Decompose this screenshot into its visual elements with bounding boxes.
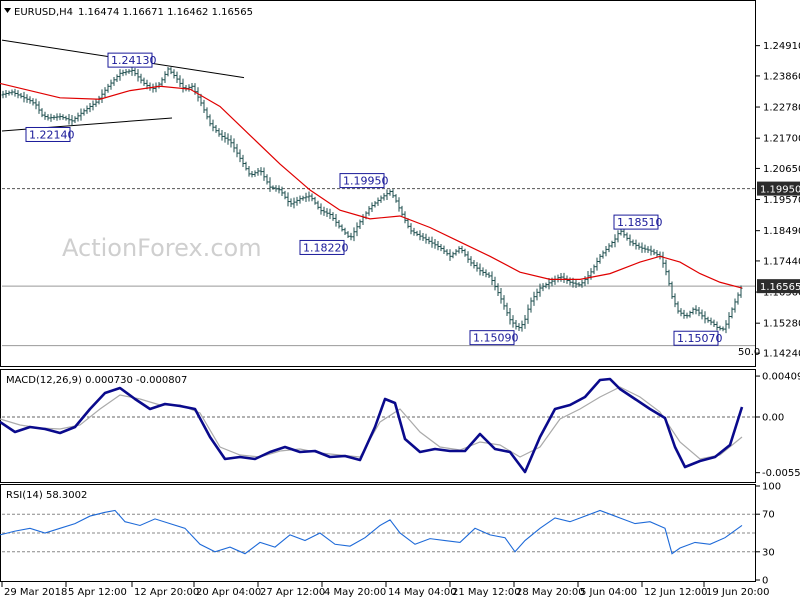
price-annotation-label: 1.24130 bbox=[111, 54, 157, 67]
price-y-tick-label: 1.14240 bbox=[763, 349, 800, 360]
price-grid bbox=[2, 188, 755, 347]
corner-label: 50.0 bbox=[738, 347, 760, 358]
watermark: ActionForex.com bbox=[62, 234, 262, 262]
axes-labels: 1.24910 1.23860 1.22780 1.21700 1.20650 1.195… bbox=[755, 41, 800, 587]
price-annotation-label: 1.15070 bbox=[677, 332, 723, 345]
price-annotation-label: 1.18510 bbox=[617, 216, 663, 229]
x-axis-tick-label: 20 Apr 04:00 bbox=[196, 587, 261, 598]
price-annotation-label: 1.19950 bbox=[343, 175, 389, 188]
x-axis-tick-label: 21 May 12:00 bbox=[452, 587, 521, 598]
price-annotation-label: 1.18220 bbox=[303, 241, 349, 254]
price-y-tick-label: 1.19570 bbox=[763, 195, 800, 206]
macd-y-tick-label: 0.00 bbox=[762, 413, 784, 424]
price-y-tick-label: 1.17440 bbox=[763, 256, 800, 267]
rsi-line bbox=[0, 509, 743, 555]
rsi-title: RSI(14) 58.3002 bbox=[6, 490, 87, 501]
x-axis-tick-label: 29 Mar 2018 bbox=[4, 587, 67, 598]
x-axis-tick-label: 14 May 04:00 bbox=[388, 587, 457, 598]
price-tag-label: 1.19950 bbox=[760, 185, 800, 196]
rsi-y-tick-label: 70 bbox=[762, 510, 775, 521]
x-axis-tick-label: 12 Jun 12:00 bbox=[644, 587, 708, 598]
price-tag-label: 1.16565 bbox=[760, 282, 800, 293]
macd-plot bbox=[0, 377, 755, 474]
macd-title: MACD(12,26,9) 0.000730 -0.000807 bbox=[6, 375, 187, 386]
x-axis-tick-label: 5 Apr 12:00 bbox=[68, 587, 127, 598]
x-axis-tick-label: 27 Apr 12:00 bbox=[260, 587, 325, 598]
symbol-label: EURUSD,H4 bbox=[14, 7, 73, 18]
chart-canvas: 1.24130 1.22140 1.19950 1.18220 1.18510 1.150… bbox=[0, 0, 800, 598]
price-plot: 1.24130 1.22140 1.19950 1.18220 1.18510 1.150… bbox=[0, 39, 743, 346]
price-y-tick-label: 1.20650 bbox=[763, 164, 800, 175]
price-annotation-label: 1.15090 bbox=[473, 332, 519, 345]
price-y-tick-label: 1.15280 bbox=[763, 319, 800, 330]
x-axis-tick-label: 19 Jun 20:00 bbox=[706, 587, 770, 598]
price-y-tick-label: 1.21700 bbox=[763, 134, 800, 145]
ohlc-readout: 1.16474 1.16671 1.16462 1.16565 bbox=[78, 7, 253, 18]
price-y-tick-label: 1.22780 bbox=[763, 103, 800, 114]
x-axis: 29 Mar 2018 5 Apr 12:00 12 Apr 20:0020 Apr… bbox=[1, 582, 770, 598]
rsi-y-tick-label: 30 bbox=[762, 547, 775, 558]
rsi-y-tick-label: 0 bbox=[762, 576, 768, 587]
price-y-tick-label: 1.23860 bbox=[763, 71, 800, 82]
macd-signal-line bbox=[0, 386, 743, 460]
dropdown-triangle-icon[interactable] bbox=[4, 8, 11, 13]
price-y-tick-label: 1.18490 bbox=[763, 226, 800, 237]
macd-y-tick-label: -0.005568 bbox=[762, 468, 800, 479]
rsi-plot bbox=[0, 509, 755, 555]
macd-y-tick-label: 0.004094 bbox=[762, 372, 800, 383]
price-y-tick-label: 1.24910 bbox=[763, 41, 800, 52]
price-annotation-label: 1.22140 bbox=[29, 128, 75, 141]
x-axis-tick-label: 5 Jun 04:00 bbox=[580, 587, 637, 598]
x-axis-tick-label: 28 May 20:00 bbox=[516, 587, 585, 598]
x-axis-tick-label: 12 Apr 20:00 bbox=[134, 587, 199, 598]
rsi-y-tick-label: 100 bbox=[762, 482, 781, 493]
x-axis-tick-label: 4 May 20:00 bbox=[324, 587, 386, 598]
